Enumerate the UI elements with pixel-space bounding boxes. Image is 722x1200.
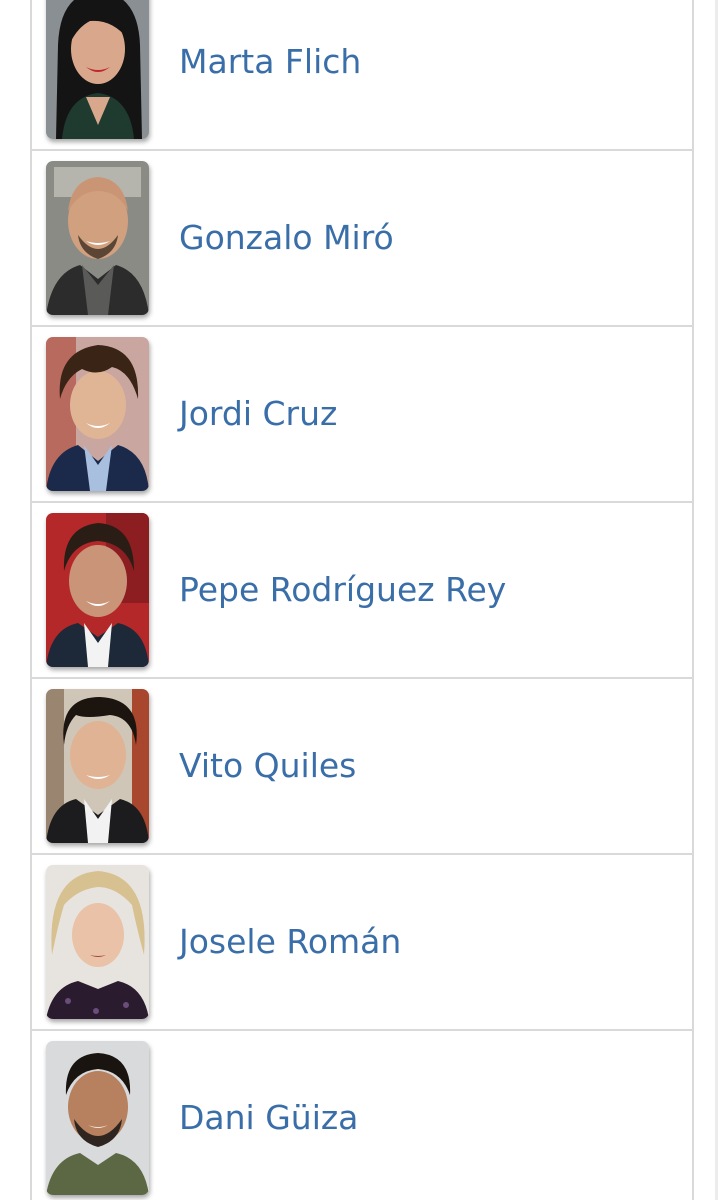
people-list: Marta Flich Gonzalo Miró Jordi Cruz Pepe… — [30, 0, 694, 1200]
person-name-link[interactable]: Josele Román — [179, 855, 401, 1029]
person-name-link[interactable]: Dani Güiza — [179, 1031, 358, 1200]
person-name-link[interactable]: Gonzalo Miró — [179, 151, 394, 325]
person-photo[interactable] — [46, 689, 149, 843]
list-item[interactable]: Josele Román — [32, 855, 692, 1031]
person-name-link[interactable]: Marta Flich — [179, 0, 361, 149]
person-photo[interactable] — [46, 0, 149, 139]
person-photo[interactable] — [46, 161, 149, 315]
page-edge — [715, 0, 718, 1200]
person-photo[interactable] — [46, 1041, 149, 1195]
person-name-link[interactable]: Jordi Cruz — [179, 327, 337, 501]
list-item[interactable]: Gonzalo Miró — [32, 151, 692, 327]
list-item[interactable]: Dani Güiza — [32, 1031, 692, 1200]
person-photo[interactable] — [46, 337, 149, 491]
list-item[interactable]: Vito Quiles — [32, 679, 692, 855]
person-photo[interactable] — [46, 513, 149, 667]
person-photo[interactable] — [46, 865, 149, 1019]
list-item[interactable]: Marta Flich — [32, 0, 692, 151]
list-item[interactable]: Pepe Rodríguez Rey — [32, 503, 692, 679]
person-name-link[interactable]: Vito Quiles — [179, 679, 356, 853]
list-item[interactable]: Jordi Cruz — [32, 327, 692, 503]
person-name-link[interactable]: Pepe Rodríguez Rey — [179, 503, 506, 677]
